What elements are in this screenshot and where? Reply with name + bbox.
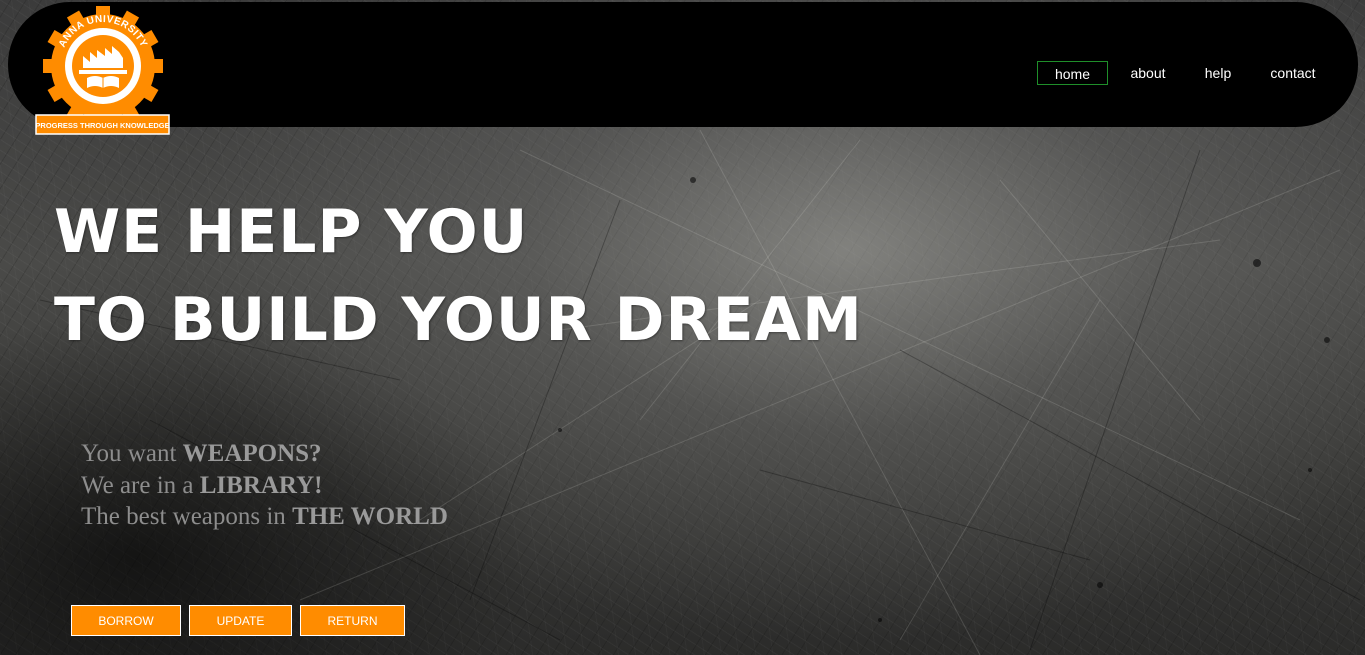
tagline-line-2-text: We are in a — [81, 471, 200, 499]
update-button[interactable]: UPDATE — [189, 605, 292, 636]
tagline-line-3-emphasis: THE WORLD — [292, 503, 448, 530]
nav-contact-link[interactable]: contact — [1249, 61, 1337, 85]
tagline-line-2: We are in a LIBRARY! — [81, 470, 448, 502]
tagline: You want WEAPONS? We are in a LIBRARY! T… — [81, 438, 448, 533]
tagline-line-1-text: You want — [81, 440, 183, 467]
tagline-line-2-emphasis: LIBRARY! — [199, 471, 323, 499]
hero-heading: WE HELP YOU TO BUILD YOUR DREAM — [54, 188, 863, 364]
main-nav: home about help contact — [1037, 61, 1337, 85]
tagline-line-1: You want WEAPONS? — [81, 438, 448, 470]
logo-motto: PROGRESS THROUGH KNOWLEDGE — [35, 121, 169, 130]
university-logo[interactable]: ANNA UNIVERSITY PROGRESS THROUGH KNOWLED… — [33, 4, 173, 136]
nav-about-link[interactable]: about — [1109, 61, 1187, 85]
return-button[interactable]: RETURN — [300, 605, 405, 636]
tagline-line-3-text: The best weapons in — [81, 503, 293, 530]
hero-line-1: WE HELP YOU — [54, 197, 529, 267]
tagline-line-1-emphasis: WEAPONS? — [182, 440, 322, 467]
hero-line-2: TO BUILD YOUR DREAM — [54, 285, 863, 355]
nav-home-link[interactable]: home — [1037, 61, 1108, 85]
borrow-button[interactable]: BORROW — [71, 605, 181, 636]
tagline-line-3: The best weapons in THE WORLD — [81, 501, 448, 533]
nav-help-link[interactable]: help — [1188, 61, 1248, 85]
